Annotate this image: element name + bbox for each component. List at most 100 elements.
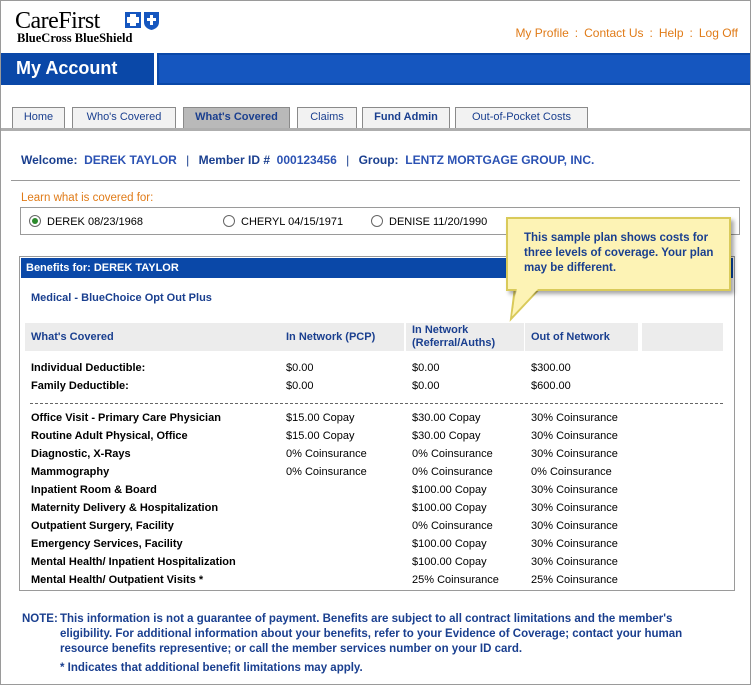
member-radio-label: DENISE 11/20/1990 — [389, 216, 488, 228]
service-out-of-network: 0% Coinsurance — [531, 466, 612, 478]
tab-home[interactable]: Home — [12, 107, 65, 128]
service-label: Mental Health/ Inpatient Hospitalization — [31, 556, 236, 568]
service-referral: $100.00 Copay — [412, 556, 487, 568]
member-radio-denise[interactable]: DENISE 11/20/1990 — [371, 215, 487, 228]
column-header-label: In Network (PCP) — [286, 331, 376, 343]
service-referral: $30.00 Copay — [412, 412, 481, 424]
deductible-referral: $0.00 — [412, 380, 440, 392]
service-pcp: 0% Coinsurance — [286, 466, 367, 478]
column-header-in-network-pcp: In Network (PCP) — [280, 323, 404, 351]
title-bar: My Account — [1, 53, 750, 85]
help-link[interactable]: Help — [659, 26, 684, 40]
plan-name: Medical - BlueChoice Opt Out Plus — [31, 292, 212, 304]
tab-underline — [1, 128, 750, 131]
carefirst-logo[interactable]: CareFirst BlueCross BlueShield — [15, 9, 175, 47]
service-label: Mammography — [31, 466, 110, 478]
member-radio-derek[interactable]: DEREK 08/23/1968 — [29, 215, 143, 228]
bcbs-cross-shield-icon — [125, 12, 159, 30]
service-out-of-network: 30% Coinsurance — [531, 520, 618, 532]
service-label: Routine Adult Physical, Office — [31, 430, 188, 442]
separator: : — [689, 26, 693, 40]
log-off-link[interactable]: Log Off — [699, 26, 738, 40]
service-pcp: $15.00 Copay — [286, 412, 355, 424]
deductible-referral: $0.00 — [412, 362, 440, 374]
separator: | — [346, 153, 350, 167]
service-out-of-network: 30% Coinsurance — [531, 502, 618, 514]
deductible-out-of-network: $600.00 — [531, 380, 571, 392]
member-id-label: Member ID # — [198, 153, 270, 167]
member-radio-label: DEREK 08/23/1968 — [47, 216, 144, 228]
service-label: Inpatient Room & Board — [31, 484, 157, 496]
deductible-out-of-network: $300.00 — [531, 362, 571, 374]
service-label: Emergency Services, Facility — [31, 538, 183, 550]
callout-text: This sample plan shows costs for three l… — [524, 232, 714, 274]
service-label: Mental Health/ Outpatient Visits * — [31, 574, 204, 586]
column-header-label: Out of Network — [531, 331, 610, 343]
title-block: My Account — [1, 53, 157, 85]
member-radio-label: CHERYL 04/15/1971 — [241, 216, 344, 228]
column-header-label: In Network — [412, 324, 469, 336]
column-header-out-of-network: Out of Network — [525, 323, 638, 351]
service-referral: $100.00 Copay — [412, 538, 487, 550]
divider — [11, 180, 740, 181]
service-referral: 0% Coinsurance — [412, 448, 493, 460]
logo-tagline: BlueCross BlueShield — [17, 31, 133, 45]
note-body: This information is not a guarantee of p… — [60, 613, 683, 655]
column-header-in-network-referral: In Network (Referral/Auths) — [406, 323, 524, 351]
page-frame: CareFirst BlueCross BlueShield My Profil… — [0, 0, 751, 685]
service-out-of-network: 30% Coinsurance — [531, 484, 618, 496]
note-asterisk: * Indicates that additional benefit limi… — [60, 662, 363, 674]
service-label: Office Visit - Primary Care Physician — [31, 412, 221, 424]
member-info-bar: Welcome: DEREK TAYLOR | Member ID # 0001… — [21, 153, 594, 167]
service-referral: 0% Coinsurance — [412, 466, 493, 478]
tab-out-of-pocket-costs[interactable]: Out-of-Pocket Costs — [455, 107, 588, 128]
service-pcp: $15.00 Copay — [286, 430, 355, 442]
service-label: Diagnostic, X-Rays — [31, 448, 131, 460]
title-bar-fill — [159, 55, 750, 83]
my-profile-link[interactable]: My Profile — [515, 26, 568, 40]
service-out-of-network: 30% Coinsurance — [531, 556, 618, 568]
separator: | — [186, 153, 190, 167]
service-referral: 25% Coinsurance — [412, 574, 499, 586]
radio-selected-icon — [29, 215, 41, 227]
tab-fund-admin[interactable]: Fund Admin — [362, 107, 450, 128]
page-title: My Account — [16, 58, 118, 78]
radio-icon — [371, 215, 383, 227]
separator: : — [649, 26, 653, 40]
tab-whos-covered[interactable]: Who's Covered — [72, 107, 176, 128]
sample-plan-callout: This sample plan shows costs for three l… — [506, 217, 731, 291]
service-referral: 0% Coinsurance — [412, 520, 493, 532]
service-out-of-network: 30% Coinsurance — [531, 538, 618, 550]
dotted-divider — [30, 403, 723, 404]
service-out-of-network: 30% Coinsurance — [531, 448, 618, 460]
deductible-label: Family Deductible: — [31, 380, 129, 392]
column-header-label: What's Covered — [31, 331, 114, 343]
member-name: DEREK TAYLOR — [84, 153, 177, 167]
member-radio-cheryl[interactable]: CHERYL 04/15/1971 — [223, 215, 343, 228]
group-name: LENTZ MORTGAGE GROUP, INC. — [405, 153, 595, 167]
column-header-whats-covered: What's Covered — [25, 323, 281, 351]
group-label: Group: — [358, 153, 399, 167]
note-label: NOTE: — [22, 613, 58, 625]
service-pcp: 0% Coinsurance — [286, 448, 367, 460]
service-referral: $30.00 Copay — [412, 430, 481, 442]
top-links: My Profile: Contact Us: Help: Log Off — [515, 26, 738, 40]
learn-label: Learn what is covered for: — [21, 192, 154, 204]
service-out-of-network: 25% Coinsurance — [531, 574, 618, 586]
column-header-label: (Referral/Auths) — [412, 337, 496, 349]
tab-whats-covered[interactable]: What's Covered — [183, 107, 290, 128]
contact-us-link[interactable]: Contact Us — [584, 26, 643, 40]
logo-wordmark: CareFirst — [15, 8, 100, 34]
column-header-blank — [642, 323, 723, 351]
deductible-label: Individual Deductible: — [31, 362, 146, 374]
separator: : — [574, 26, 579, 40]
benefits-panel: Benefits for: DEREK TAYLOR Medical - Blu… — [19, 256, 735, 591]
tab-claims[interactable]: Claims — [297, 107, 357, 128]
deductible-pcp: $0.00 — [286, 362, 314, 374]
service-out-of-network: 30% Coinsurance — [531, 412, 618, 424]
deductible-pcp: $0.00 — [286, 380, 314, 392]
radio-icon — [223, 215, 235, 227]
member-id: 000123456 — [276, 153, 337, 167]
service-label: Maternity Delivery & Hospitalization — [31, 502, 219, 514]
service-label: Outpatient Surgery, Facility — [31, 520, 174, 532]
